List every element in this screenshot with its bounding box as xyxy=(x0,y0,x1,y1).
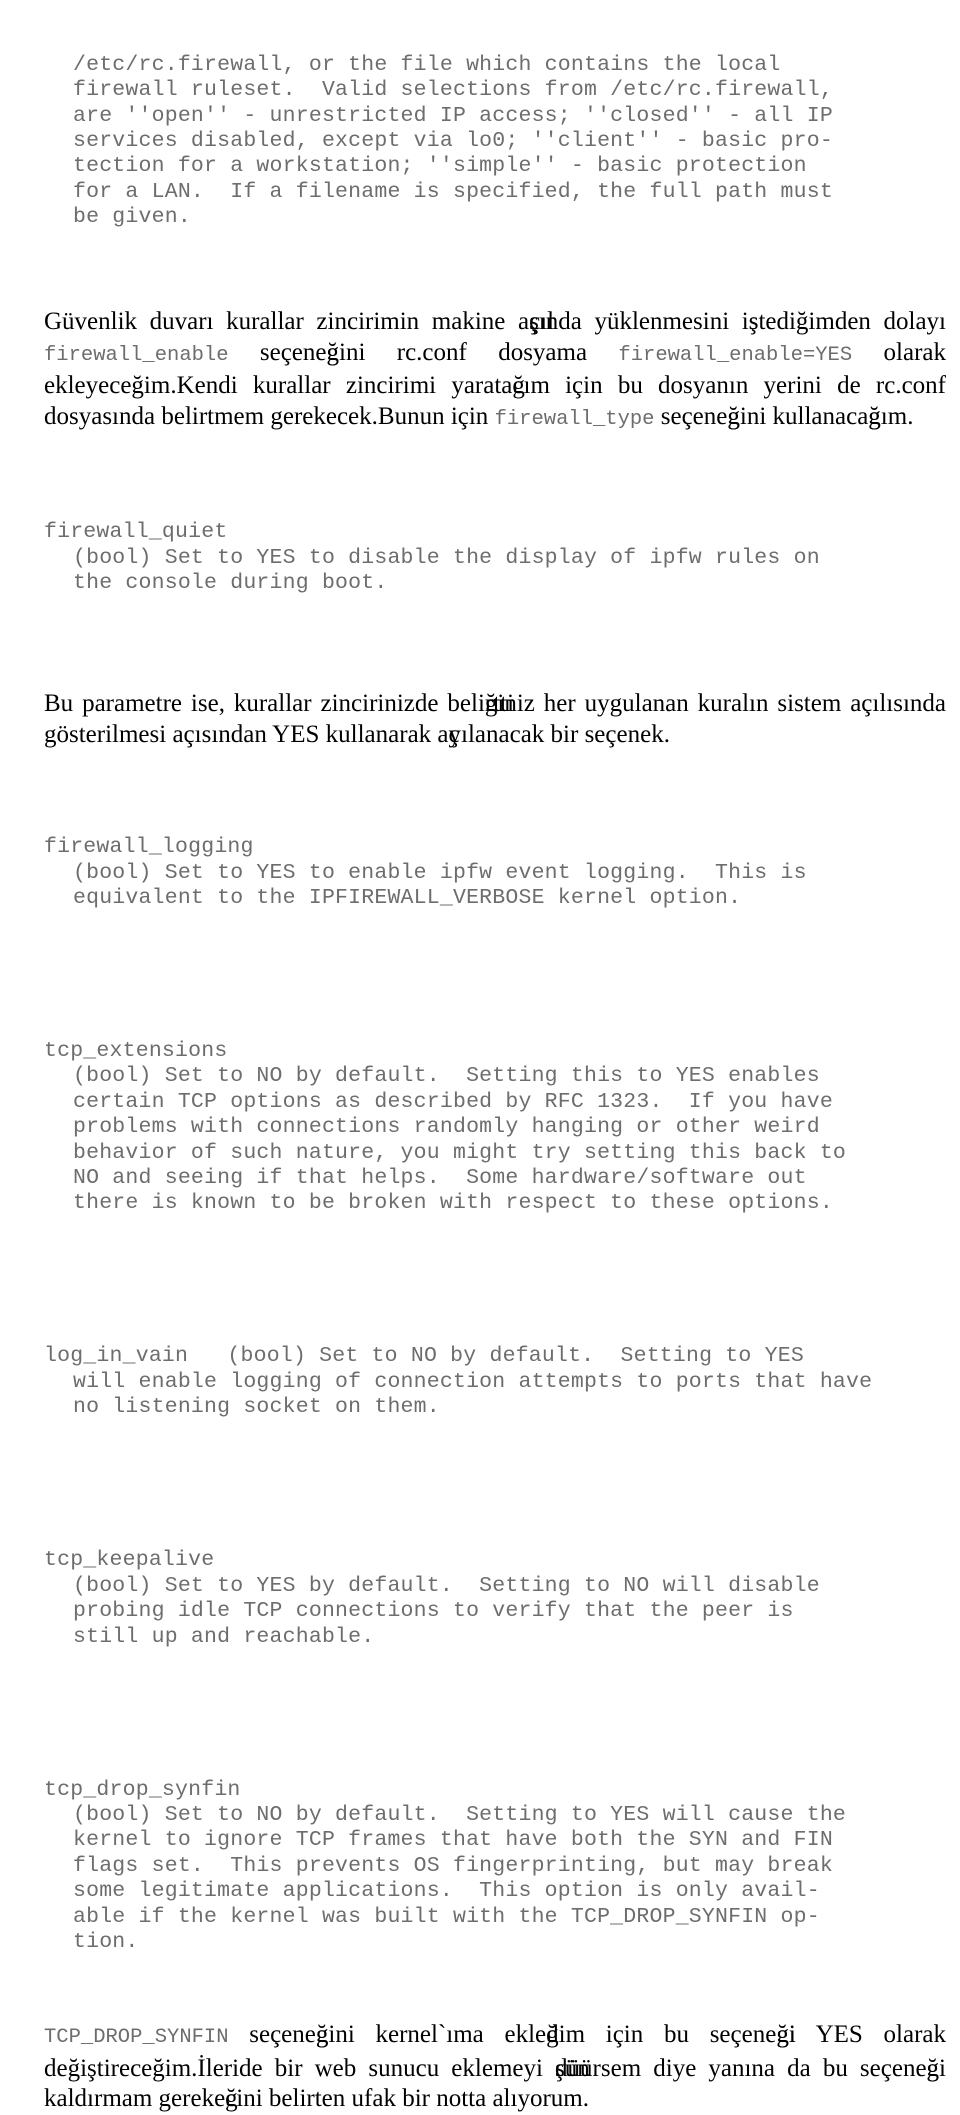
manpage-firewall-logging-block: firewall_logging (bool) Set to YES to ena… xyxy=(44,784,946,962)
par1-code-firewall-enable: firewall_enable xyxy=(44,343,229,367)
manpage-log-in-vain-block: log_in_vain (bool) Set to NO by default.… xyxy=(44,1294,946,1472)
par1-overlap-4b: c xyxy=(512,372,524,400)
manpage-firewall-quiet-block: firewall_quiet (bool) Set to YES to disab… xyxy=(44,469,946,647)
par1-overlap-6b: g xyxy=(868,402,881,430)
manpage-tcp-extensions-block: tcp_extensions (bool) Set to NO by defaul… xyxy=(44,988,946,1267)
par2-overlap-2b: y xyxy=(448,720,462,748)
manpage-desc-tcp-keepalive: (bool) Set to YES by default. Setting to… xyxy=(73,1573,820,1649)
par3-overlap-5b: g xyxy=(926,2054,940,2082)
manpage-term-log-in-vain: log_in_vain (bool) Set to NO by default.… xyxy=(44,1344,804,1369)
par1-overlap-1b: şı xyxy=(529,308,546,336)
par1-seg-10: ım. xyxy=(880,402,914,430)
par1-seg-2: nda yüklenmesini i xyxy=(545,308,749,336)
par3-overlap-2b: ğ xyxy=(546,2021,559,2049)
par1-seg-5: ini rc.conf dosyama xyxy=(339,338,619,366)
par1-overlap-5b: g xyxy=(727,402,740,430)
par3-overlap-1b: g xyxy=(315,2021,329,2049)
par2-overlap-1b: ğin xyxy=(484,690,517,718)
document-page: /etc/rc.firewall, or the file which cont… xyxy=(0,0,960,2112)
manpage-term-firewall-quiet: firewall_quiet xyxy=(44,520,228,545)
par1-seg-9: ini kullanaca xyxy=(739,402,869,430)
par2-seg-3: ılanacak bir seçenek. xyxy=(461,720,670,748)
turkish-paragraph-3: TCP_DROP_SYNFIN seçeneğgini kernel`ıma e… xyxy=(44,2021,946,2113)
manpage-desc-log-in-vain: will enable logging of connection attemp… xyxy=(73,1369,873,1420)
manpage-desc-firewall-logging: (bool) Set to YES to enable ipfw event l… xyxy=(73,860,807,910)
par1-overlap-2b: ş xyxy=(748,308,759,336)
par1-overlap-3b: g xyxy=(326,338,340,366)
manpage-tcp-drop-synfin-block: tcp_drop_synfin (bool) Set to NO by defau… xyxy=(44,1727,946,2006)
par3-overlap-6b: c xyxy=(225,2085,237,2113)
par1-seg-1: Güvenlik duvarı kurallar zincirimin maki… xyxy=(44,308,530,336)
turkish-paragraph-2: Bu parametre ise, kurallar zincirinizde … xyxy=(44,690,946,748)
par3-seg-5: ürsem diye yanına da bu seçene xyxy=(580,2054,927,2082)
par3-seg-7: ini belirten ufak bir notta alıyorum. xyxy=(236,2085,589,2113)
manpage-term-tcp-extensions: tcp_extensions xyxy=(44,1038,228,1063)
manpage-intro-block: /etc/rc.firewall, or the file which cont… xyxy=(44,0,946,281)
par1-seg-3: tediğimden dolayı xyxy=(758,308,946,336)
manpage-intro-text: /etc/rc.firewall, or the file which cont… xyxy=(73,52,833,230)
par3-overlap-4b: dü xyxy=(555,2054,581,2082)
manpage-term-tcp-drop-synfin: tcp_drop_synfin xyxy=(44,1777,241,1802)
par1-code-firewall-type: firewall_type xyxy=(494,407,655,431)
par3-seg-2: ini kernel`ıma ekle xyxy=(328,2021,547,2049)
par3-seg-1: seçene xyxy=(228,2021,316,2049)
turkish-paragraph-1: Güvenlik duvarı kurallar zincirimin maki… xyxy=(44,308,946,431)
par1-seg-4: seçene xyxy=(228,338,327,366)
par2-seg-1: Bu parametre ise, kurallar zincirinizde … xyxy=(44,690,485,718)
par1-seg-8: seçene xyxy=(654,402,728,430)
par3-seg-3: im için bu seçene xyxy=(558,2021,777,2049)
par3-code-tcp-drop-synfin: TCP_DROP_SYNFIN xyxy=(44,2026,229,2050)
manpage-desc-tcp-drop-synfin: (bool) Set to NO by default. Setting to … xyxy=(73,1802,847,1954)
par3-overlap-3b: gi xyxy=(776,2021,796,2049)
manpage-term-tcp-keepalive: tcp_keepalive xyxy=(44,1548,215,1573)
manpage-desc-firewall-quiet: (bool) Set to YES to disable the display… xyxy=(73,545,820,596)
par1-code-firewall-enable-yes: firewall_enable=YES xyxy=(618,343,853,367)
manpage-tcp-keepalive-block: tcp_keepalive (bool) Set to YES by defaul… xyxy=(44,1497,946,1700)
manpage-desc-tcp-extensions: (bool) Set to NO by default. Setting thi… xyxy=(73,1064,847,1216)
manpage-term-firewall-logging: firewall_logging xyxy=(44,835,254,860)
